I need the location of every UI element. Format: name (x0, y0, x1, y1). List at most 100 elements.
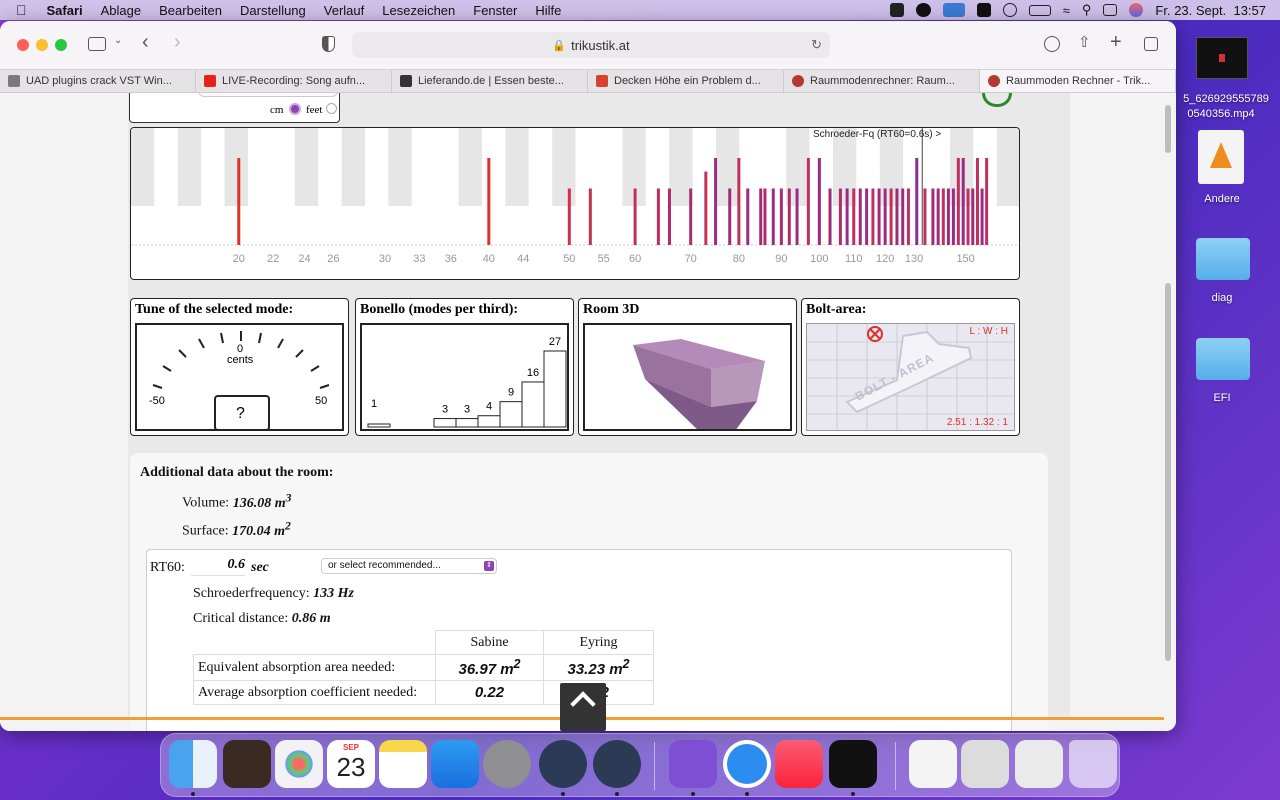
tab-decken[interactable]: Decken Höhe ein Problem d... (588, 70, 784, 92)
mode-bar[interactable] (771, 188, 775, 246)
mode-bar[interactable] (985, 157, 989, 245)
bolt-area-chart[interactable]: BOLT - AREA L : W : H 2.51 : 1.32 : 1 (806, 323, 1015, 431)
menu-darstellung[interactable]: Darstellung (240, 3, 306, 18)
mode-bar[interactable] (845, 188, 849, 246)
calendar-icon[interactable]: SEP 23 (327, 740, 375, 788)
mode-bar[interactable] (588, 188, 592, 246)
mode-bar[interactable] (883, 188, 887, 246)
window-preview-icon[interactable] (1015, 740, 1063, 788)
tab-raummodenrechner[interactable]: Raummodenrechner: Raum... (784, 70, 980, 92)
video-file-label-2[interactable]: 0540356.mp4 (1172, 108, 1270, 120)
andere-label[interactable]: Andere (1190, 193, 1254, 205)
mode-bar[interactable] (915, 157, 919, 245)
battery-icon[interactable] (1028, 4, 1051, 16)
sidebar-toggle-icon[interactable] (88, 37, 106, 51)
datetime[interactable]: Fr. 23. Sept. 13:57 (1155, 3, 1266, 18)
mode-bar[interactable] (779, 188, 783, 246)
uad-console-icon[interactable] (539, 740, 587, 788)
tab-raummoden-rechner-active[interactable]: Raummoden Rechner - Trik... (980, 70, 1176, 92)
disk-image-icon[interactable] (909, 740, 957, 788)
video-thumbnail[interactable] (1196, 37, 1248, 79)
mode-bar[interactable] (966, 188, 970, 246)
mode-bar[interactable] (923, 188, 927, 246)
mode-bar[interactable] (901, 188, 905, 246)
new-tab-icon[interactable]: + (1110, 31, 1122, 54)
mode-bar[interactable] (737, 157, 741, 245)
share-icon[interactable]: ⇧ (1078, 33, 1091, 51)
downloads-icon[interactable] (1044, 36, 1060, 52)
mode-bar[interactable] (889, 188, 893, 246)
mode-bar[interactable] (871, 188, 875, 246)
rt60-input[interactable] (191, 554, 245, 576)
launchpad-icon[interactable] (275, 740, 323, 788)
vlc-document-icon[interactable] (1198, 130, 1244, 184)
back-icon[interactable]: ‹ (142, 31, 149, 54)
mode-bar[interactable] (795, 188, 799, 246)
unit-cm-radio[interactable] (289, 103, 301, 115)
safari-icon[interactable] (723, 740, 771, 788)
mode-bar[interactable] (936, 188, 940, 246)
mode-bar[interactable] (806, 157, 810, 245)
mode-bar[interactable] (858, 188, 862, 246)
menu-fenster[interactable]: Fenster (473, 3, 517, 18)
mode-bar[interactable] (656, 188, 660, 246)
tab-youtube[interactable]: LIVE-Recording: Song aufn... (196, 70, 392, 92)
ilok-icon[interactable] (889, 3, 904, 17)
mode-bar[interactable] (838, 188, 842, 246)
viber-status-icon[interactable] (915, 3, 931, 17)
siri-icon[interactable] (1129, 3, 1144, 17)
music-icon[interactable] (775, 740, 823, 788)
rt60-recommended-select[interactable]: or select recommended... ⇕ (321, 558, 497, 574)
close-window-icon[interactable] (17, 39, 29, 51)
control-center-icon[interactable] (1103, 4, 1118, 16)
mode-bar[interactable] (714, 157, 718, 245)
mode-bar[interactable] (956, 157, 960, 245)
zoom-window-icon[interactable] (55, 39, 67, 51)
apple-menu-icon[interactable]:  (16, 2, 27, 18)
diag-folder-icon[interactable] (1196, 238, 1250, 280)
mode-bar[interactable] (906, 188, 910, 246)
mode-bar[interactable] (759, 188, 763, 246)
app-store-icon[interactable] (431, 740, 479, 788)
mode-bar[interactable] (763, 188, 767, 246)
minimize-window-icon[interactable] (36, 39, 48, 51)
mode-bar[interactable] (746, 188, 750, 246)
video-file-label-1[interactable]: 5_626929555789 (1172, 93, 1280, 105)
mode-bar[interactable] (946, 188, 950, 246)
menu-verlauf[interactable]: Verlauf (324, 3, 364, 18)
menu-ablage[interactable]: Ablage (101, 3, 141, 18)
typeit-icon[interactable] (976, 3, 991, 17)
mode-bar[interactable] (487, 157, 491, 245)
mode-bar[interactable] (828, 188, 832, 246)
uad-meter-icon[interactable] (593, 740, 641, 788)
mode-bar[interactable] (980, 188, 984, 246)
back-to-top-button[interactable] (560, 683, 606, 731)
app-menu[interactable]: Safari (47, 3, 83, 18)
ilok-manager-icon[interactable] (829, 740, 877, 788)
mode-spectrum-chart[interactable]: 20 22 24 26 30 33 36 40 44 50 55 60 70 80 90 100 110 120 1… (130, 127, 1020, 280)
viber-icon[interactable] (669, 740, 717, 788)
system-preferences-icon[interactable] (483, 740, 531, 788)
mode-bar[interactable] (865, 188, 869, 246)
tab-uad[interactable]: UAD plugins crack VST Win... (0, 70, 196, 92)
efi-folder-icon[interactable] (1196, 338, 1250, 380)
uad-status-icon[interactable] (942, 3, 965, 17)
scrollbar-thumb[interactable] (1165, 283, 1171, 661)
mode-bar[interactable] (567, 188, 571, 246)
mode-bar[interactable] (895, 188, 899, 246)
address-bar[interactable]: 🔒 trikustik.at ↻ (352, 32, 830, 58)
mode-bar[interactable] (971, 188, 975, 246)
notes-icon[interactable] (379, 740, 427, 788)
forward-icon[interactable]: › (174, 31, 181, 54)
mode-bar[interactable] (961, 157, 965, 245)
mode-bar[interactable] (951, 188, 955, 246)
mode-bar[interactable] (941, 188, 945, 246)
mode-bar[interactable] (931, 188, 935, 246)
scrollbar-thumb-upper[interactable] (1165, 105, 1171, 153)
trash-icon[interactable] (1069, 740, 1117, 788)
mode-bar[interactable] (689, 188, 693, 246)
mode-bar[interactable] (728, 188, 732, 246)
mode-bar[interactable] (975, 157, 979, 245)
search-icon[interactable]: ⚲ (1082, 2, 1092, 18)
tab-overview-icon[interactable] (1144, 37, 1158, 51)
